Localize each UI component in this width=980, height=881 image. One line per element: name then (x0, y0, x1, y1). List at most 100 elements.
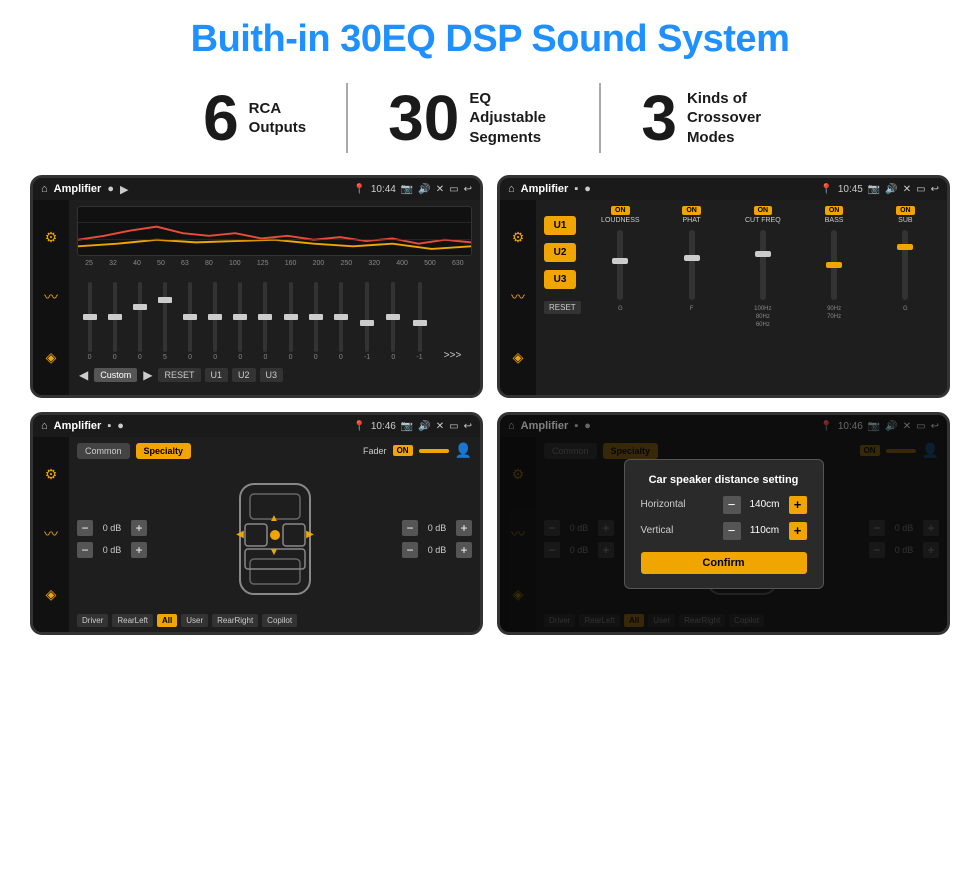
profile-icon[interactable]: 👤 (455, 442, 472, 459)
crossover-back-icon[interactable]: ↩ (931, 184, 939, 195)
copilot-btn[interactable]: Copilot (262, 614, 297, 627)
cutfreq-slider[interactable] (760, 230, 766, 300)
eq-speaker-icon[interactable]: ◈ (46, 349, 57, 366)
confirm-button[interactable]: Confirm (641, 552, 807, 574)
eq-x-icon[interactable]: ✕ (436, 184, 444, 195)
db3-minus[interactable]: − (402, 520, 418, 536)
sp-vol-icon[interactable]: ◈ (46, 586, 57, 603)
crossover-vol-icon[interactable]: 🔊 (885, 184, 897, 195)
db-row-1: − 0 dB + (77, 520, 147, 536)
db2-plus[interactable]: + (131, 542, 147, 558)
eq-prev-btn[interactable]: ◀ (77, 368, 90, 382)
cross-speaker-icon[interactable]: ◈ (513, 349, 524, 366)
user-btn[interactable]: User (181, 614, 208, 627)
horizontal-row: Horizontal − 140cm + (641, 496, 807, 514)
eq-status-bar: ⌂ Amplifier ● ▶ 📍 10:44 📷 🔊 ✕ ▭ ↩ (33, 178, 480, 200)
cutfreq-on[interactable]: ON (754, 206, 773, 215)
eq-slider-2[interactable]: 0 (113, 282, 117, 361)
loudness-on[interactable]: ON (611, 206, 630, 215)
db4-minus[interactable]: − (402, 542, 418, 558)
u3-button[interactable]: U3 (544, 270, 576, 289)
eq-u3-btn[interactable]: U3 (260, 368, 284, 382)
home-icon[interactable]: ⌂ (41, 183, 48, 195)
eq-u2-btn[interactable]: U2 (232, 368, 256, 382)
crossover-home-icon[interactable]: ⌂ (508, 183, 515, 195)
eq-slider-12[interactable]: -1 (364, 282, 370, 361)
eq-slider-5[interactable]: 0 (188, 282, 192, 361)
freq-400: 400 (396, 260, 408, 267)
vertical-plus-btn[interactable]: + (789, 522, 807, 540)
eq-slider-8[interactable]: 0 (263, 282, 267, 361)
u2-button[interactable]: U2 (544, 243, 576, 262)
eq-filter-icon[interactable]: ⚙ (45, 229, 58, 246)
eq-back-icon[interactable]: ↩ (464, 184, 472, 195)
bass-freq: 90Hz (827, 306, 841, 312)
rearright-btn[interactable]: RearRight (212, 614, 258, 627)
eq-slider-1[interactable]: 0 (88, 282, 92, 361)
crossover-battery-icon: ▭ (916, 184, 925, 195)
eq-slider-10[interactable]: 0 (314, 282, 318, 361)
eq-play-icon[interactable]: ▶ (120, 183, 128, 196)
phat-slider[interactable] (689, 230, 695, 300)
rearleft-btn[interactable]: RearLeft (112, 614, 153, 627)
eq-slider-11[interactable]: 0 (339, 282, 343, 361)
eq-slider-4[interactable]: 5 (163, 282, 167, 361)
vertical-minus-btn[interactable]: − (723, 522, 741, 540)
eq-slider-6[interactable]: 0 (213, 282, 217, 361)
eq-time: 10:44 (371, 184, 396, 195)
sub-slider[interactable] (902, 230, 908, 300)
speaker-x-icon[interactable]: ✕ (436, 421, 444, 432)
crossover-reset-btn[interactable]: RESET (544, 301, 581, 314)
freq-320: 320 (368, 260, 380, 267)
loudness-slider[interactable] (617, 230, 623, 300)
cutfreq-label: CUT FREQ (745, 217, 781, 224)
db-row-3: − 0 dB + (402, 520, 472, 536)
db2-minus[interactable]: − (77, 542, 93, 558)
eq-custom-btn[interactable]: Custom (94, 368, 137, 382)
bass-on[interactable]: ON (825, 206, 844, 215)
fader-slider[interactable] (419, 449, 449, 453)
crossover-status-bar: ⌂ Amplifier ▪ ● 📍 10:45 📷 🔊 ✕ ▭ ↩ (500, 178, 947, 200)
db1-plus[interactable]: + (131, 520, 147, 536)
cross-wave-icon[interactable]: 〰 (511, 287, 525, 307)
tab-specialty[interactable]: Specialty (136, 443, 192, 459)
eq-graph (77, 206, 472, 256)
eq-volume-icon[interactable]: 🔊 (418, 184, 430, 195)
eq-reset-btn[interactable]: RESET (158, 368, 200, 382)
eq-slider-14[interactable]: -1 (416, 282, 422, 361)
horizontal-value-row: − 140cm + (723, 496, 807, 514)
crossover-x-icon[interactable]: ✕ (903, 184, 911, 195)
speaker-home-icon[interactable]: ⌂ (41, 420, 48, 432)
db2-value: 0 dB (97, 545, 127, 555)
cross-filter-icon[interactable]: ⚙ (512, 229, 525, 246)
speaker-back-icon[interactable]: ↩ (464, 421, 472, 432)
freq-630: 630 (452, 260, 464, 267)
horizontal-plus-btn[interactable]: + (789, 496, 807, 514)
db4-plus[interactable]: + (456, 542, 472, 558)
driver-btn[interactable]: Driver (77, 614, 108, 627)
eq-u1-btn[interactable]: U1 (205, 368, 229, 382)
u1-button[interactable]: U1 (544, 216, 576, 235)
sp-wave-icon[interactable]: 〰 (44, 524, 58, 544)
loudness-label: LOUDNESS (601, 217, 640, 224)
eq-wave-icon[interactable]: 〰 (44, 287, 58, 307)
db3-plus[interactable]: + (456, 520, 472, 536)
sp-filter-icon[interactable]: ⚙ (45, 466, 58, 483)
db1-minus[interactable]: − (77, 520, 93, 536)
more-arrow[interactable]: >>> (444, 350, 462, 361)
bass-slider[interactable] (831, 230, 837, 300)
eq-slider-7[interactable]: 0 (238, 282, 242, 361)
eq-slider-3[interactable]: 0 (138, 282, 142, 361)
speaker-vol-icon[interactable]: 🔊 (418, 421, 430, 432)
tab-common[interactable]: Common (77, 443, 130, 459)
phat-on[interactable]: ON (682, 206, 701, 215)
eq-slider-9[interactable]: 0 (289, 282, 293, 361)
sub-label: SUB (898, 217, 912, 224)
fader-on-badge[interactable]: ON (393, 445, 413, 456)
sub-on[interactable]: ON (896, 206, 915, 215)
eq-next-btn[interactable]: ▶ (141, 368, 154, 382)
horizontal-minus-btn[interactable]: − (723, 496, 741, 514)
eq-slider-13[interactable]: 0 (391, 282, 395, 361)
vertical-row: Vertical − 110cm + (641, 522, 807, 540)
all-btn[interactable]: All (157, 614, 177, 627)
